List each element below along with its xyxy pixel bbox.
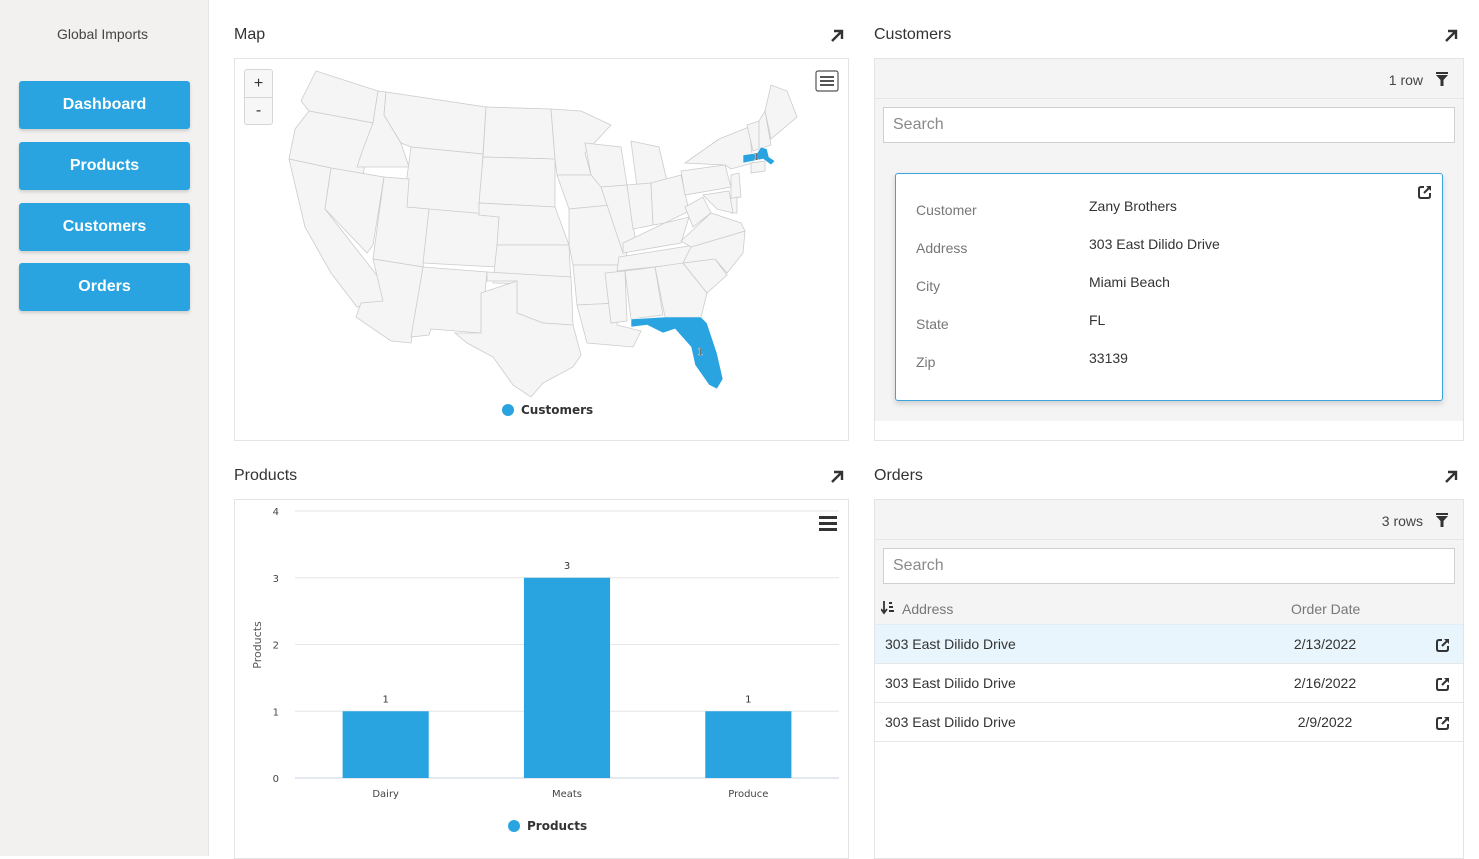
sort-icon[interactable] xyxy=(881,601,895,615)
state-nm xyxy=(410,266,488,338)
orders-search-input[interactable] xyxy=(883,548,1455,584)
sidebar: Global Imports Dashboard Products Custom… xyxy=(0,0,209,856)
expand-map-icon[interactable] xyxy=(829,28,845,44)
y-tick-label: 0 xyxy=(273,774,279,785)
record-label: State xyxy=(916,316,949,332)
open-order-icon[interactable] xyxy=(1436,677,1450,691)
nav-customers-button[interactable]: Customers xyxy=(19,203,190,251)
map-legend-label: Customers xyxy=(521,403,594,417)
order-date: 2/13/2022 xyxy=(1293,636,1357,652)
record-label: Address xyxy=(916,240,968,256)
customer-record-card[interactable]: Customer Zany Brothers Address 303 East … xyxy=(895,173,1443,401)
bar-data-label: 1 xyxy=(745,694,751,705)
orders-row-count: 3 rows xyxy=(1381,513,1423,529)
bar-dairy[interactable] xyxy=(342,711,429,778)
y-tick-label: 2 xyxy=(273,641,279,652)
chart-legend[interactable]: Products xyxy=(508,819,587,833)
customers-search-input[interactable] xyxy=(883,107,1455,143)
legend-marker xyxy=(508,820,520,832)
y-tick-label: 4 xyxy=(273,507,279,518)
bar-produce[interactable] xyxy=(705,711,792,778)
map-zoom-in-button[interactable]: + xyxy=(245,70,272,97)
column-header-address[interactable]: Address xyxy=(902,601,953,617)
us-map: 11 xyxy=(288,70,798,397)
bar-data-label: 3 xyxy=(564,561,570,572)
customers-search-area xyxy=(875,99,1463,153)
y-axis-label: Products xyxy=(251,621,264,669)
state-sd xyxy=(478,156,556,208)
state-co xyxy=(422,208,500,268)
order-row[interactable]: 303 East Dilido Drive 2/9/2022 xyxy=(875,703,1463,742)
state-value-label: 1 xyxy=(697,347,703,358)
expand-products-icon[interactable] xyxy=(829,469,845,485)
state-nj xyxy=(730,172,742,200)
expand-customers-icon[interactable] xyxy=(1443,28,1459,44)
open-record-icon[interactable] xyxy=(1418,185,1432,199)
customers-grid-header: 1 row xyxy=(875,59,1463,99)
x-tick-label: Meats xyxy=(552,789,582,800)
order-address: 303 East Dilido Drive xyxy=(885,714,1016,730)
state-value-label: 1 xyxy=(753,152,759,163)
order-row[interactable]: 303 East Dilido Drive 2/16/2022 xyxy=(875,664,1463,703)
nav-dashboard-button[interactable]: Dashboard xyxy=(19,81,190,129)
order-address: 303 East Dilido Drive xyxy=(885,675,1016,691)
map-zoom-controls: + - xyxy=(244,69,273,125)
state-pa xyxy=(680,164,732,196)
expand-orders-icon[interactable] xyxy=(1443,469,1459,485)
customers-card: 1 row Customer Zany Brothers Address 303… xyxy=(874,58,1464,441)
state-me xyxy=(764,84,798,140)
record-label: Customer xyxy=(916,202,977,218)
order-date: 2/16/2022 xyxy=(1293,675,1357,691)
record-value: Miami Beach xyxy=(1089,274,1170,290)
bar-meats[interactable] xyxy=(523,577,611,778)
map-menu-icon[interactable] xyxy=(815,70,839,92)
state-wy xyxy=(402,146,484,215)
chart-legend-label: Products xyxy=(527,819,588,833)
nav-orders-button[interactable]: Orders xyxy=(19,263,190,311)
orders-grid-header: 3 rows xyxy=(875,500,1463,540)
record-value: 33139 xyxy=(1089,350,1128,366)
record-value: FL xyxy=(1089,312,1106,328)
orders-column-header: Address Order Date xyxy=(875,594,1463,625)
orders-panel-title: Orders xyxy=(874,467,923,484)
open-order-icon[interactable] xyxy=(1436,638,1450,652)
record-label: City xyxy=(916,278,941,294)
order-row[interactable]: 303 East Dilido Drive 2/13/2022 xyxy=(875,625,1463,664)
orders-filter-icon[interactable] xyxy=(1435,513,1449,527)
open-order-icon[interactable] xyxy=(1436,716,1450,730)
record-value: 303 East Dilido Drive xyxy=(1089,236,1220,252)
x-tick-label: Produce xyxy=(728,789,768,800)
customers-filter-icon[interactable] xyxy=(1435,72,1449,86)
orders-search-area xyxy=(875,540,1463,594)
x-tick-label: Dairy xyxy=(372,789,399,800)
customers-row-count: 1 row xyxy=(1388,72,1423,88)
map-legend[interactable]: Customers xyxy=(502,403,593,417)
orders-card: 3 rows Address Order Date 303 East Dilid… xyxy=(874,499,1464,859)
record-value: Zany Brothers xyxy=(1089,198,1177,214)
products-panel-title: Products xyxy=(234,467,298,484)
map-card: + - 1 1 Customers xyxy=(234,58,849,441)
y-tick-label: 1 xyxy=(273,707,279,718)
customers-list-area: Customer Zany Brothers Address 303 East … xyxy=(875,153,1463,421)
map-zoom-out-button[interactable]: - xyxy=(245,97,272,124)
y-tick-label: 3 xyxy=(273,574,279,585)
record-label: Zip xyxy=(916,354,936,370)
map-panel-title: Map xyxy=(234,26,266,43)
order-address: 303 East Dilido Drive xyxy=(885,636,1016,652)
bar-data-label: 1 xyxy=(382,694,388,705)
state-nd xyxy=(482,106,556,160)
app-title: Global Imports xyxy=(56,26,149,42)
nav-products-button[interactable]: Products xyxy=(19,142,190,190)
legend-marker xyxy=(502,404,514,416)
products-bar-chart: 0 1 2 3 4 1 Dairy 3 Meats 1 Produce Products xyxy=(251,507,839,800)
highlighted-state-fl[interactable] xyxy=(630,316,724,390)
products-card: 0 1 2 3 4 1 Dairy 3 Meats 1 Produce Products Produ… xyxy=(234,499,849,859)
column-header-order-date[interactable]: Order Date xyxy=(1291,601,1360,617)
customers-panel-title: Customers xyxy=(874,26,952,43)
order-date: 2/9/2022 xyxy=(1297,714,1353,730)
